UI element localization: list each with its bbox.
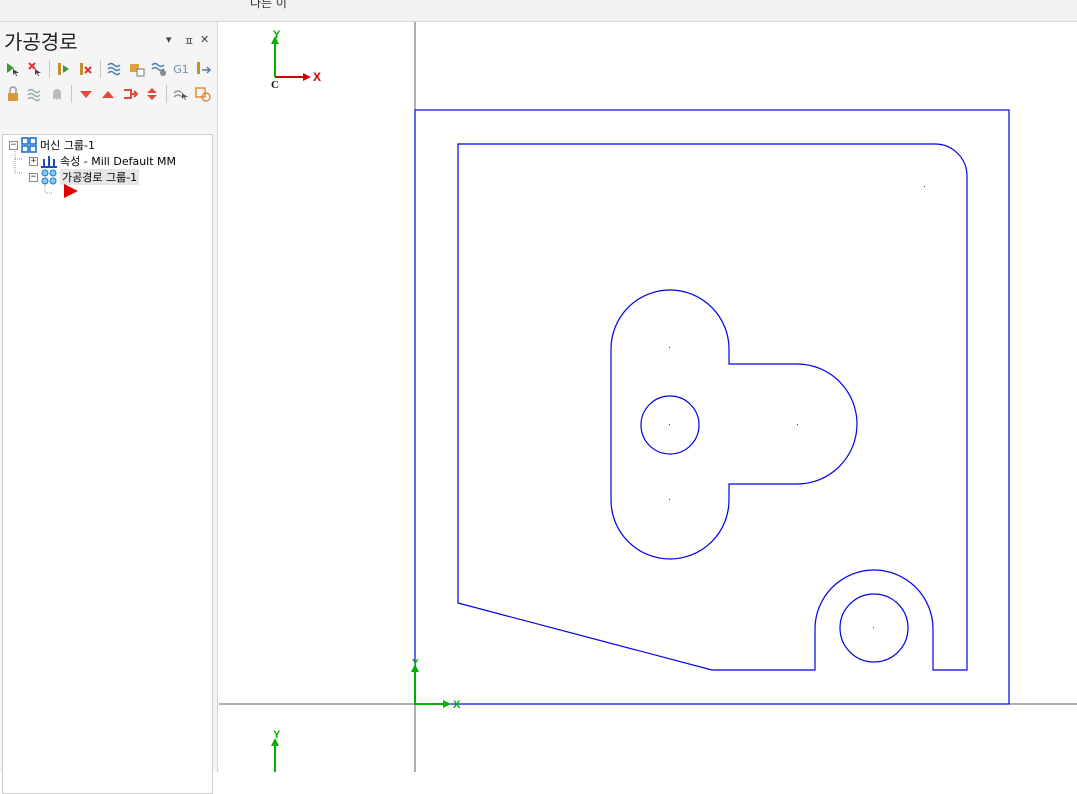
panel-close-icon[interactable]: ✕ <box>200 33 209 46</box>
top-axis-indicator: Y X C <box>271 29 321 91</box>
post-selected-icon[interactable] <box>192 59 214 79</box>
machine-group-label: 머신 그룹-1 <box>40 139 95 152</box>
insert-arrow-icon[interactable] <box>63 183 79 199</box>
expand-icon[interactable]: + <box>29 156 38 166</box>
panel-pin-icon[interactable]: ㅍ <box>184 33 194 49</box>
axis-label-c: C <box>271 79 279 91</box>
drawing-canvas[interactable]: Y X C Y X Y <box>219 22 1077 772</box>
machine-group-icon <box>21 137 37 153</box>
properties-icon <box>41 156 57 168</box>
select-operations-icon[interactable] <box>53 59 75 79</box>
panel-dropdown-icon[interactable]: ▾ <box>166 33 172 46</box>
pocket-outline <box>610 289 858 560</box>
g1-verify-icon[interactable]: G1 <box>170 59 192 79</box>
tree-node-toolpath-group[interactable]: − 가공경로 그룹-1 <box>29 169 140 185</box>
insert-after-icon[interactable] <box>119 84 141 104</box>
toolbar-separator <box>71 85 72 103</box>
axis-label-x: X <box>313 70 321 84</box>
backplot-icon[interactable] <box>148 59 170 79</box>
graphics-viewport[interactable]: Y X C Y X Y <box>219 22 1077 772</box>
menu-label-partial[interactable]: 다른 이 <box>250 0 287 11</box>
origin-label-x: X <box>453 699 461 711</box>
part-outline <box>457 143 968 671</box>
toolbar-row-1: G1 <box>2 58 214 80</box>
move-down-icon[interactable] <box>75 84 97 104</box>
center-points <box>669 186 925 628</box>
toggle-display-icon[interactable] <box>24 84 46 104</box>
move-updown-icon[interactable] <box>141 84 163 104</box>
deselect-arrow-icon[interactable] <box>24 59 46 79</box>
help-icon[interactable] <box>192 84 214 104</box>
lock-icon[interactable] <box>2 84 24 104</box>
toolpath-group-icon <box>41 169 57 185</box>
properties-label: 속성 - Mill Default MM <box>60 155 177 168</box>
regenerate-all-icon[interactable] <box>104 59 126 79</box>
tree-node-properties[interactable]: + 속성 - Mill Default MM <box>29 153 176 169</box>
toolbar-separator <box>49 60 50 78</box>
toolbar-separator <box>166 85 167 103</box>
toolpaths-panel: 가공경로 ▾ ㅍ ✕ G1 − 머신 그룹-1 + 속성 - Mill Defa… <box>0 22 218 794</box>
toolpath-tree: − 머신 그룹-1 + 속성 - Mill Default MM − 가공경로 … <box>2 134 213 794</box>
top-menu-bar: 다른 이 <box>0 0 1077 22</box>
toolbar-separator <box>100 60 101 78</box>
collapse-icon[interactable]: − <box>29 172 38 182</box>
select-all-arrow-icon[interactable] <box>2 59 24 79</box>
toolbar-row-2 <box>2 83 214 105</box>
tree-node-machine-group[interactable]: − 머신 그룹-1 <box>9 137 95 153</box>
panel-title: 가공경로 <box>4 30 78 54</box>
move-up-icon[interactable] <box>97 84 119 104</box>
origin-label-y: Y <box>412 658 419 669</box>
part-geometry <box>414 109 1010 705</box>
collapse-icon[interactable]: − <box>9 140 18 150</box>
scroll-insert-arrow-icon[interactable] <box>170 84 192 104</box>
axis-label-y: Y <box>273 29 281 41</box>
regenerate-dirty-icon[interactable] <box>126 59 148 79</box>
ghost-icon[interactable] <box>46 84 68 104</box>
deselect-operations-icon[interactable] <box>75 59 97 79</box>
bottom-axis-label-y: Y <box>273 729 281 741</box>
origin-axis-indicator: Y X <box>411 658 461 711</box>
bottom-axis-indicator: Y <box>271 729 281 772</box>
